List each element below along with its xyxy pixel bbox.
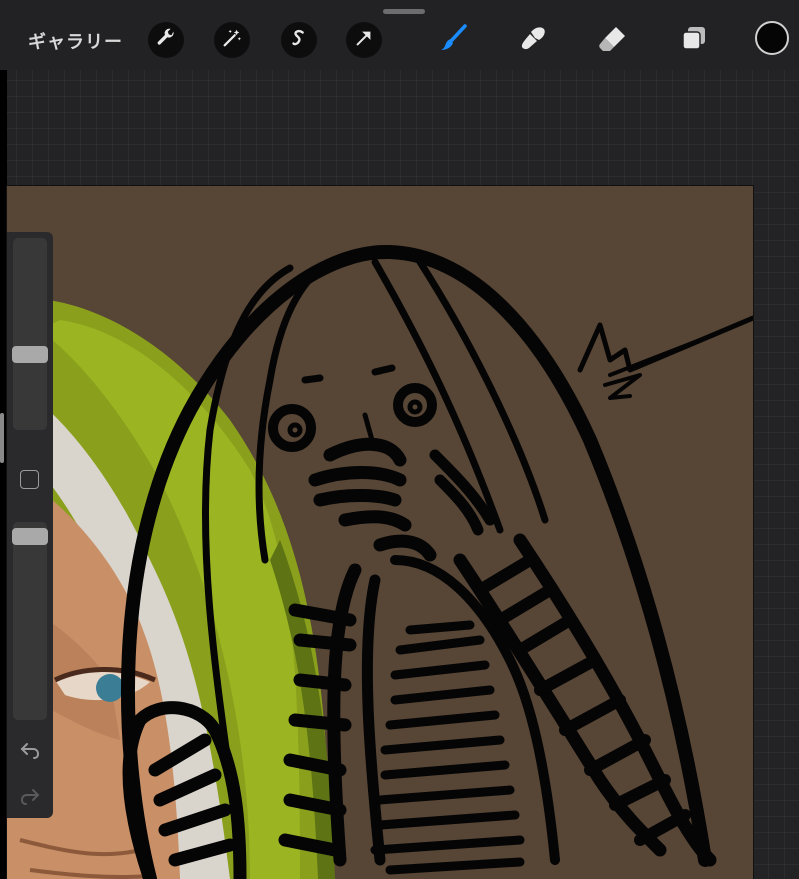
layers-button[interactable] <box>676 22 712 58</box>
smudge-button[interactable] <box>515 22 551 58</box>
eye-iris <box>96 674 124 702</box>
transform-button[interactable] <box>346 22 382 58</box>
drag-handle[interactable] <box>383 9 425 14</box>
top-toolbar: ギャラリー <box>0 0 799 70</box>
undo-icon[interactable] <box>18 738 42 762</box>
gallery-button[interactable]: ギャラリー <box>28 28 123 54</box>
modify-square-icon[interactable] <box>20 470 39 489</box>
eraser-button[interactable] <box>595 22 631 58</box>
brush-button[interactable] <box>436 22 472 58</box>
artwork <box>7 244 753 879</box>
transform-arrow-icon <box>353 27 375 53</box>
adjustments-button[interactable] <box>214 22 250 58</box>
layers-icon <box>679 23 709 57</box>
wrench-icon <box>155 27 177 53</box>
eraser-icon <box>597 22 629 58</box>
brush-size-slider[interactable] <box>12 238 48 430</box>
actions-button[interactable] <box>148 22 184 58</box>
opacity-thumb[interactable] <box>12 528 48 545</box>
smudge-icon <box>517 22 549 58</box>
brush-icon <box>438 22 470 58</box>
redo-icon[interactable] <box>18 784 42 808</box>
brush-size-thumb[interactable] <box>12 346 48 363</box>
left-sidebar <box>7 232 53 818</box>
opacity-slider[interactable] <box>12 522 48 720</box>
color-picker-button[interactable] <box>755 21 789 55</box>
selection-button[interactable] <box>281 22 317 58</box>
sidebar-handle[interactable] <box>0 413 4 463</box>
magic-wand-icon <box>221 27 243 53</box>
selection-icon <box>288 27 310 53</box>
drawing-canvas[interactable] <box>7 186 753 879</box>
